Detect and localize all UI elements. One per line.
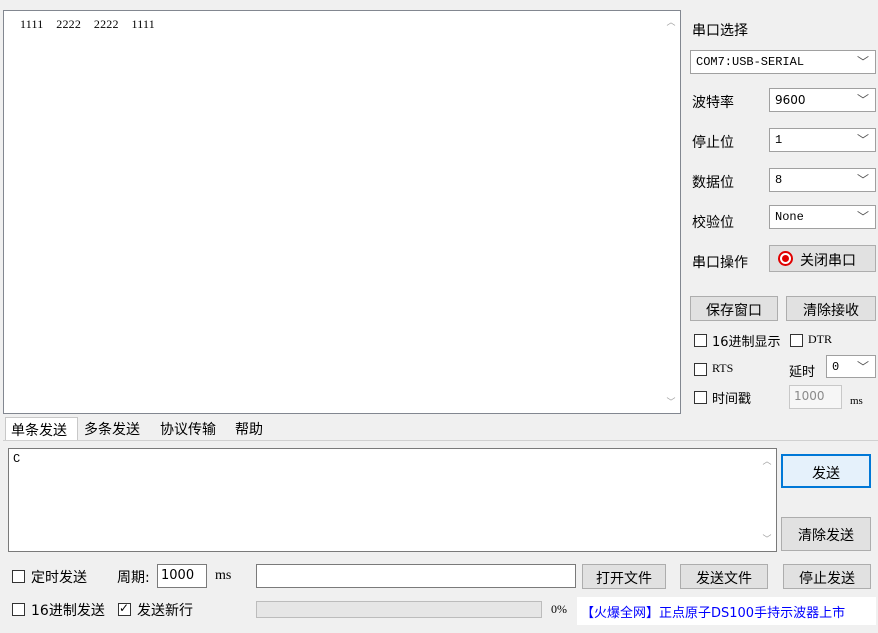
delay-value: 0: [832, 360, 840, 374]
chevron-down-icon: ﹀: [856, 133, 869, 147]
baud-label: 波特率: [692, 95, 734, 111]
progress-text: 0%: [551, 602, 567, 616]
chevron-down-icon: ﹀: [856, 173, 869, 187]
clear-send-button[interactable]: 清除发送: [781, 517, 871, 551]
period-label: 周期:: [117, 570, 150, 586]
open-file-button[interactable]: 打开文件: [582, 564, 666, 589]
data-bits-label: 数据位: [692, 175, 734, 191]
tab-help[interactable]: 帮助: [230, 417, 286, 440]
send-newline-label: 发送新行: [137, 603, 193, 619]
tab-multi-send[interactable]: 多条发送: [79, 417, 153, 440]
ad-link[interactable]: 【火爆全网】正点原子DS100手持示波器上市: [577, 597, 876, 625]
send-progress-bar: [256, 601, 542, 618]
period-unit: ms: [215, 568, 232, 583]
timed-send-label: 定时发送: [31, 570, 87, 586]
timestamp-input[interactable]: 1000: [789, 385, 842, 409]
period-value: 1000: [161, 568, 195, 583]
tab-divider: [3, 440, 878, 441]
scroll-down-icon[interactable]: ﹀: [759, 535, 775, 545]
parity-select[interactable]: None ﹀: [769, 205, 876, 229]
ad-text: 【火爆全网】正点原子DS100手持示波器上市: [581, 606, 846, 621]
close-port-label: 关闭串口: [800, 253, 856, 269]
receive-text: 1111 2222 2222 1111: [20, 17, 155, 31]
stop-send-button[interactable]: 停止发送: [783, 564, 871, 589]
receive-scrollbar[interactable]: ︿ ﹀: [662, 11, 680, 413]
baud-select[interactable]: 9600 ﹀: [769, 88, 876, 112]
parity-value: None: [775, 210, 804, 224]
scroll-down-icon[interactable]: ﹀: [663, 398, 679, 408]
timestamp-label: 时间戳: [712, 392, 752, 407]
send-textarea[interactable]: C ︿ ﹀: [8, 448, 777, 552]
receive-textarea[interactable]: 1111 2222 2222 1111 ︿ ﹀: [3, 10, 681, 414]
clear-receive-button[interactable]: 清除接收: [786, 296, 876, 321]
hex-send-checkbox[interactable]: [12, 603, 25, 616]
stop-bits-select[interactable]: 1 ﹀: [769, 128, 876, 152]
chevron-down-icon: ﹀: [856, 210, 869, 224]
send-button[interactable]: 发送: [781, 454, 871, 488]
save-window-button[interactable]: 保存窗口: [690, 296, 778, 321]
send-newline-checkbox[interactable]: ✓: [118, 601, 131, 616]
hex-send-label: 16进制发送: [31, 603, 105, 619]
data-bits-select[interactable]: 8 ﹀: [769, 168, 876, 192]
chevron-down-icon: ﹀: [856, 55, 869, 69]
port-select-value: COM7:USB-SERIAL: [696, 55, 805, 69]
dtr-label: DTR: [808, 332, 832, 346]
timed-send-checkbox[interactable]: [12, 570, 25, 583]
delay-label: 延时: [789, 365, 816, 380]
scroll-up-icon[interactable]: ︿: [759, 457, 775, 467]
send-scrollbar[interactable]: ︿ ﹀: [758, 449, 776, 551]
port-select[interactable]: COM7:USB-SERIAL ﹀: [690, 50, 876, 74]
checkmark-icon: ✓: [119, 601, 130, 615]
send-text: C: [13, 452, 21, 466]
data-bits-value: 8: [775, 173, 783, 187]
delay-select[interactable]: 0 ﹀: [826, 355, 876, 378]
tab-single-send[interactable]: 单条发送: [5, 417, 78, 440]
timestamp-value: 1000: [794, 389, 825, 403]
status-indicator-icon: [778, 251, 793, 266]
hex-display-label: 16进制显示: [712, 335, 781, 350]
parity-label: 校验位: [692, 215, 734, 231]
hex-display-checkbox[interactable]: [694, 334, 707, 347]
close-port-button[interactable]: 关闭串口: [769, 245, 876, 272]
tab-protocol[interactable]: 协议传输: [155, 417, 229, 440]
dtr-checkbox[interactable]: [790, 334, 803, 347]
timestamp-checkbox[interactable]: [694, 391, 707, 404]
chevron-down-icon: ﹀: [856, 93, 869, 107]
baud-value: 9600: [775, 93, 806, 107]
rts-label: RTS: [712, 361, 734, 375]
port-select-label: 串口选择: [692, 23, 748, 39]
port-operation-label: 串口操作: [692, 255, 748, 271]
timestamp-unit: ms: [850, 395, 863, 407]
rts-checkbox[interactable]: [694, 363, 707, 376]
send-file-button[interactable]: 发送文件: [680, 564, 768, 589]
file-path-input[interactable]: [256, 564, 576, 588]
scroll-up-icon[interactable]: ︿: [663, 18, 679, 28]
period-input[interactable]: 1000: [157, 564, 207, 588]
chevron-down-icon: ﹀: [856, 360, 869, 374]
stop-bits-label: 停止位: [692, 135, 734, 151]
stop-bits-value: 1: [775, 133, 783, 147]
